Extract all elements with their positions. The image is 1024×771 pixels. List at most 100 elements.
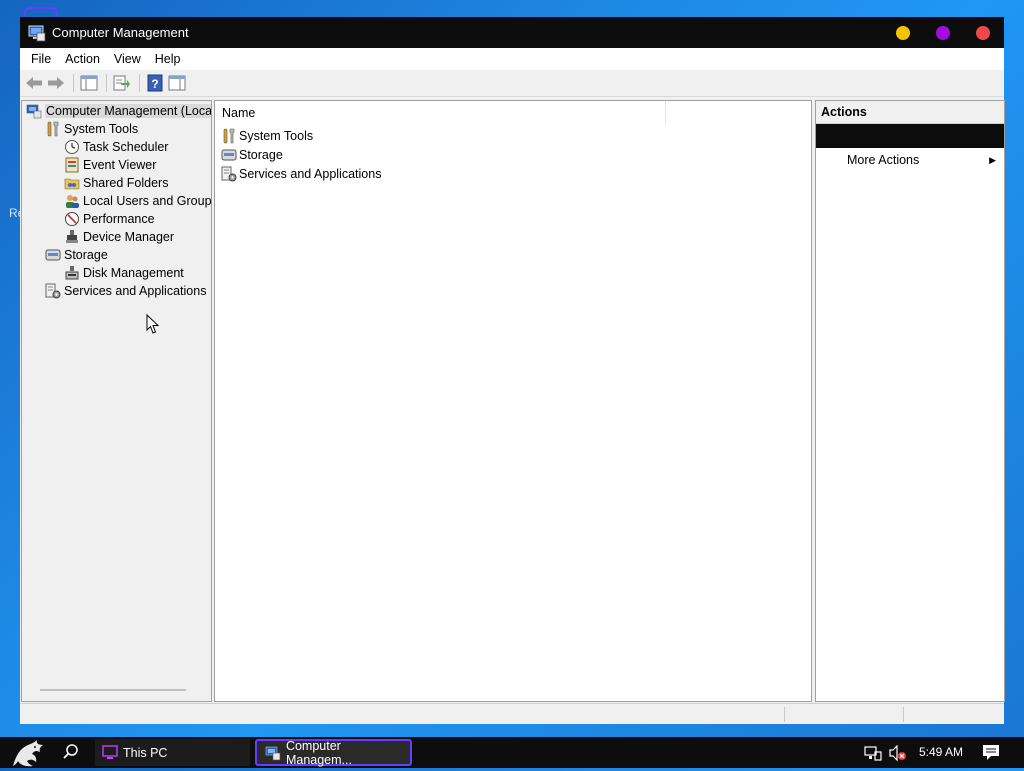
close-button[interactable]	[976, 25, 990, 40]
toolbar: ?	[20, 70, 1004, 97]
notification-icon	[983, 745, 999, 760]
tree-item-label: System Tools	[64, 122, 139, 136]
mouse-cursor-icon	[146, 314, 160, 334]
forward-arrow-icon	[48, 77, 64, 89]
export-list-icon	[113, 75, 130, 91]
maximize-button[interactable]	[936, 25, 950, 40]
tree-item-label: Device Manager	[83, 230, 175, 244]
column-header-name[interactable]: Name	[215, 101, 666, 125]
svg-text:?: ?	[151, 77, 158, 91]
list-item-label: System Tools	[239, 128, 314, 143]
results-pane: Name System Tools Storage Services and A…	[214, 100, 812, 702]
show-hide-console-tree-button[interactable]	[79, 73, 99, 93]
actions-pane: Actions More Actions ▶	[815, 100, 1005, 702]
clock-icon	[64, 139, 80, 155]
show-hide-action-pane-button[interactable]	[167, 73, 187, 93]
status-divider	[903, 707, 904, 722]
tree-item-label: Services and Applications	[64, 284, 207, 298]
console-tree: Computer Management (Local System Tools …	[21, 100, 212, 702]
tree-item-label: Local Users and Groups	[83, 194, 212, 208]
show-hide-console-tree-icon	[80, 75, 98, 91]
help-icon: ?	[147, 74, 163, 92]
volume-muted-icon[interactable]	[888, 744, 908, 764]
forward-button[interactable]	[46, 73, 66, 93]
tree-item-local-users-and-groups[interactable]: Local Users and Groups	[64, 192, 212, 210]
export-list-button[interactable]	[112, 73, 132, 93]
tree-item-task-scheduler[interactable]: Task Scheduler	[64, 138, 168, 156]
tree-item-computer-management[interactable]: Computer Management (Local	[26, 102, 211, 120]
window-title: Computer Management	[52, 25, 189, 40]
services-icon	[221, 166, 237, 182]
horizontal-scrollbar[interactable]	[40, 689, 186, 691]
actions-section-header[interactable]	[816, 124, 1004, 148]
taskbar-item-label: This PC	[123, 745, 168, 760]
taskbar-item-computer-management[interactable]: Computer Managem...	[255, 738, 412, 767]
submenu-arrow-icon: ▶	[989, 155, 996, 165]
taskbar: This PC Computer Managem... 5:49 AM	[0, 737, 1024, 768]
menu-bar: File Action View Help	[20, 48, 1004, 70]
more-actions-item[interactable]: More Actions ▶	[816, 149, 1004, 171]
computer-management-window: Computer Management File Action View Hel…	[20, 17, 1005, 724]
status-divider	[784, 707, 785, 722]
shared-folder-icon	[64, 175, 80, 191]
search-icon	[63, 744, 78, 759]
users-icon	[64, 193, 80, 209]
more-actions-label: More Actions	[847, 153, 920, 167]
taskbar-item-this-pc[interactable]: This PC	[95, 739, 250, 766]
clock[interactable]: 5:49 AM	[919, 745, 963, 759]
taskbar-item-label: Computer Managem...	[285, 738, 352, 767]
list-item-label: Services and Applications	[239, 166, 382, 181]
tree-item-device-manager[interactable]: Device Manager	[64, 228, 174, 246]
minimize-button[interactable]	[896, 25, 910, 40]
network-icon[interactable]	[864, 745, 882, 764]
tree-item-storage[interactable]: Storage	[45, 246, 108, 264]
performance-icon	[64, 211, 80, 227]
tree-item-label: Performance	[83, 212, 155, 226]
tree-item-label: Shared Folders	[83, 176, 169, 190]
show-hide-action-pane-icon	[168, 75, 186, 91]
services-icon	[45, 283, 61, 299]
storage-icon	[45, 247, 61, 263]
tree-item-label: Storage	[64, 248, 108, 262]
menu-file[interactable]: File	[24, 52, 58, 66]
tree-item-label: Event Viewer	[83, 158, 157, 172]
tree-item-event-viewer[interactable]: Event Viewer	[64, 156, 156, 174]
menu-action[interactable]: Action	[58, 52, 107, 66]
tree-item-system-tools[interactable]: System Tools	[45, 120, 138, 138]
toolbar-separator	[73, 74, 74, 92]
title-bar[interactable]: Computer Management	[20, 17, 1004, 48]
status-bar	[20, 703, 1004, 724]
list-item-storage[interactable]: Storage	[221, 145, 283, 164]
dragon-logo-icon	[13, 740, 43, 767]
list-item-label: Storage	[239, 147, 283, 162]
tree-item-shared-folders[interactable]: Shared Folders	[64, 174, 168, 192]
notification-center-button[interactable]	[982, 744, 1000, 764]
disk-management-icon	[64, 265, 80, 281]
this-pc-icon	[102, 744, 118, 759]
computer-management-icon	[26, 103, 42, 119]
tree-item-services-and-applications[interactable]: Services and Applications	[45, 282, 206, 300]
toolbar-separator	[106, 74, 107, 92]
tree-item-label: Disk Management	[83, 266, 184, 280]
menu-view[interactable]: View	[107, 52, 148, 66]
tree-item-label: Computer Management (Local	[45, 104, 211, 118]
back-arrow-icon	[26, 77, 42, 89]
tree-item-disk-management[interactable]: Disk Management	[64, 264, 184, 282]
tools-icon	[221, 128, 237, 144]
back-button[interactable]	[24, 73, 44, 93]
computer-management-icon	[28, 25, 46, 41]
storage-icon	[221, 147, 237, 163]
menu-help[interactable]: Help	[148, 52, 188, 66]
list-item-system-tools[interactable]: System Tools	[221, 126, 313, 145]
tools-icon	[45, 121, 61, 137]
start-button[interactable]	[10, 738, 46, 771]
actions-header: Actions	[816, 101, 1004, 124]
list-item-services-and-applications[interactable]: Services and Applications	[221, 164, 381, 183]
tree-item-performance[interactable]: Performance	[64, 210, 155, 228]
computer-management-icon	[265, 746, 281, 760]
tree-item-label: Task Scheduler	[83, 140, 169, 154]
event-viewer-icon	[64, 157, 80, 173]
search-button[interactable]	[62, 743, 80, 764]
toolbar-separator	[139, 74, 140, 92]
help-button[interactable]: ?	[145, 73, 165, 93]
